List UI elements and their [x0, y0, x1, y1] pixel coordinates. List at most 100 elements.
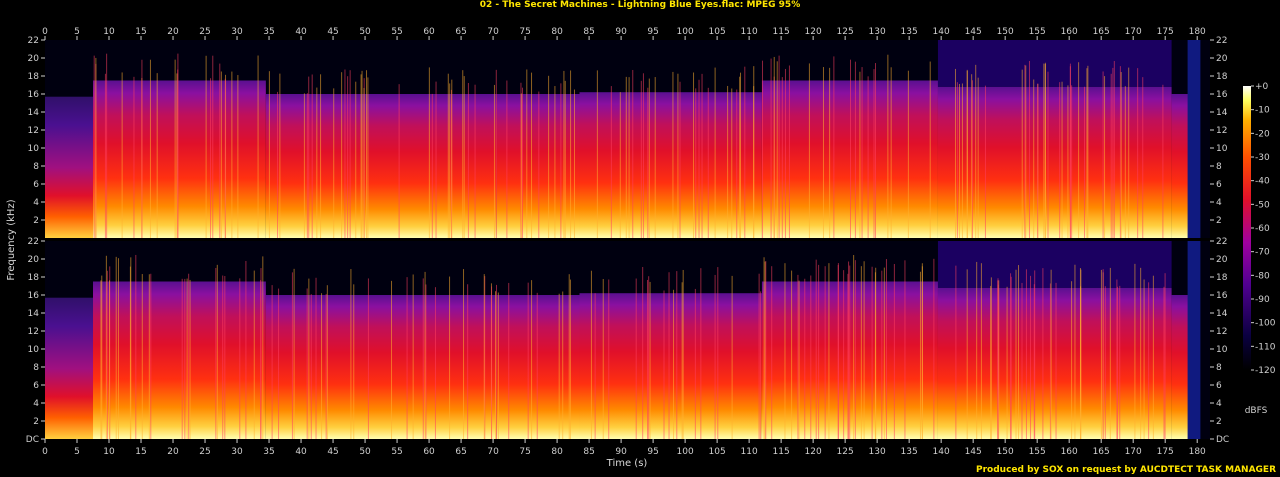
transient-streak — [350, 269, 352, 439]
y-tick-label-left: 8 — [33, 162, 39, 172]
x-tick-label-bottom: 45 — [327, 447, 338, 457]
transient-streak — [990, 285, 992, 439]
transient-streak — [956, 82, 958, 238]
transient-streak — [919, 271, 921, 439]
transient-streak — [308, 278, 310, 439]
transient-streak — [1033, 79, 1035, 238]
x-tick-label-bottom: 70 — [487, 447, 499, 457]
transient-streak — [435, 81, 437, 238]
transient-streak — [341, 72, 343, 238]
transient-streak — [1152, 275, 1154, 439]
transient-streak — [829, 67, 831, 238]
x-tick-label-top: 55 — [391, 27, 402, 37]
y-tick-label-left: 18 — [28, 273, 40, 283]
transient-streak — [1083, 86, 1085, 239]
transient-streak — [467, 83, 469, 238]
transient-streak — [135, 254, 137, 439]
transient-streak — [508, 282, 510, 439]
transient-streak — [778, 55, 780, 238]
transient-streak — [216, 264, 218, 439]
colorbar-tick-label: -60 — [1255, 224, 1270, 234]
transient-streak — [681, 282, 683, 439]
transient-streak — [663, 290, 665, 439]
colorbar-tick-label: -20 — [1255, 129, 1270, 139]
transient-streak — [822, 67, 824, 239]
transient-streak — [1044, 63, 1046, 238]
transient-streak — [784, 68, 786, 238]
x-tick-label-top: 180 — [1189, 27, 1206, 37]
transient-streak — [212, 55, 214, 238]
transient-streak — [1128, 67, 1130, 238]
transient-streak — [262, 256, 264, 439]
y-axis-label: Frequency (kHz) — [6, 199, 17, 280]
x-tick-label-bottom: 120 — [805, 447, 822, 457]
transient-streak — [449, 276, 451, 439]
transient-streak — [224, 276, 226, 439]
transient-streak — [344, 69, 346, 238]
x-tick-label-bottom: 160 — [1061, 447, 1078, 457]
colorbar-label: dBFS — [1245, 406, 1268, 416]
transient-streak — [753, 66, 755, 238]
transient-streak — [1042, 268, 1044, 439]
y-tick-label-right: DC — [1216, 435, 1229, 445]
transient-streak — [1110, 73, 1112, 238]
transient-streak — [594, 293, 596, 439]
x-tick-label-top: 35 — [263, 27, 274, 37]
transient-streak — [177, 53, 179, 238]
transient-streak — [316, 87, 318, 238]
transient-streak — [887, 54, 889, 238]
x-tick-label-top: 90 — [615, 27, 627, 37]
transient-streak — [701, 73, 703, 238]
transient-streak — [1061, 81, 1063, 238]
x-tick-label-top: 85 — [583, 27, 594, 37]
transient-streak — [676, 271, 678, 439]
transient-streak — [422, 278, 424, 439]
transient-streak — [117, 258, 119, 439]
transient-streak — [707, 87, 709, 239]
transient-streak — [277, 91, 279, 238]
transient-streak — [763, 257, 765, 439]
transient-streak — [215, 267, 217, 439]
x-tick-label-top: 80 — [551, 27, 563, 37]
x-tick-label-top: 45 — [327, 27, 338, 37]
transient-streak — [133, 76, 135, 239]
transient-streak — [648, 276, 650, 439]
y-tick-label-left: 14 — [28, 309, 40, 319]
spectrogram-panels — [45, 40, 1210, 439]
x-tick-label-top: 10 — [103, 27, 115, 37]
transient-streak — [1143, 279, 1145, 439]
hf-noise-band — [937, 40, 1172, 87]
y-tick-label-right: 14 — [1216, 309, 1228, 319]
transient-streak — [860, 266, 862, 439]
spectrogram-chart: 0055101015152020252530303535404045455050… — [6, 27, 1276, 469]
transient-streak — [573, 89, 575, 239]
transient-streak — [1142, 77, 1144, 239]
transient-streak — [861, 67, 863, 238]
spectral-segment — [579, 92, 762, 238]
fadeout-region — [1187, 40, 1201, 238]
transient-streak — [428, 67, 430, 238]
transient-streak — [367, 77, 369, 239]
transient-streak — [310, 294, 312, 439]
transient-streak — [1006, 286, 1008, 439]
transient-streak — [558, 293, 560, 439]
transient-streak — [360, 74, 362, 238]
y-tick-label-right: 16 — [1216, 90, 1228, 100]
y-tick-label-right: 4 — [1216, 399, 1222, 409]
transient-streak — [1148, 282, 1150, 439]
x-tick-label-top: 145 — [965, 27, 982, 37]
x-tick-label-bottom: 50 — [359, 447, 371, 457]
transient-streak — [222, 275, 224, 439]
transient-streak — [784, 263, 786, 439]
x-tick-label-top: 140 — [933, 27, 950, 37]
spectral-segment — [93, 80, 266, 238]
spectral-segment — [496, 94, 580, 238]
transient-streak — [893, 263, 895, 439]
colorbar-tick-label: -40 — [1255, 177, 1270, 187]
transient-streak — [731, 275, 733, 439]
transient-streak — [315, 277, 317, 439]
x-tick-label-top: 30 — [231, 27, 243, 37]
transient-streak — [700, 268, 702, 439]
transient-streak — [560, 83, 562, 238]
x-tick-label-top: 160 — [1061, 27, 1078, 37]
